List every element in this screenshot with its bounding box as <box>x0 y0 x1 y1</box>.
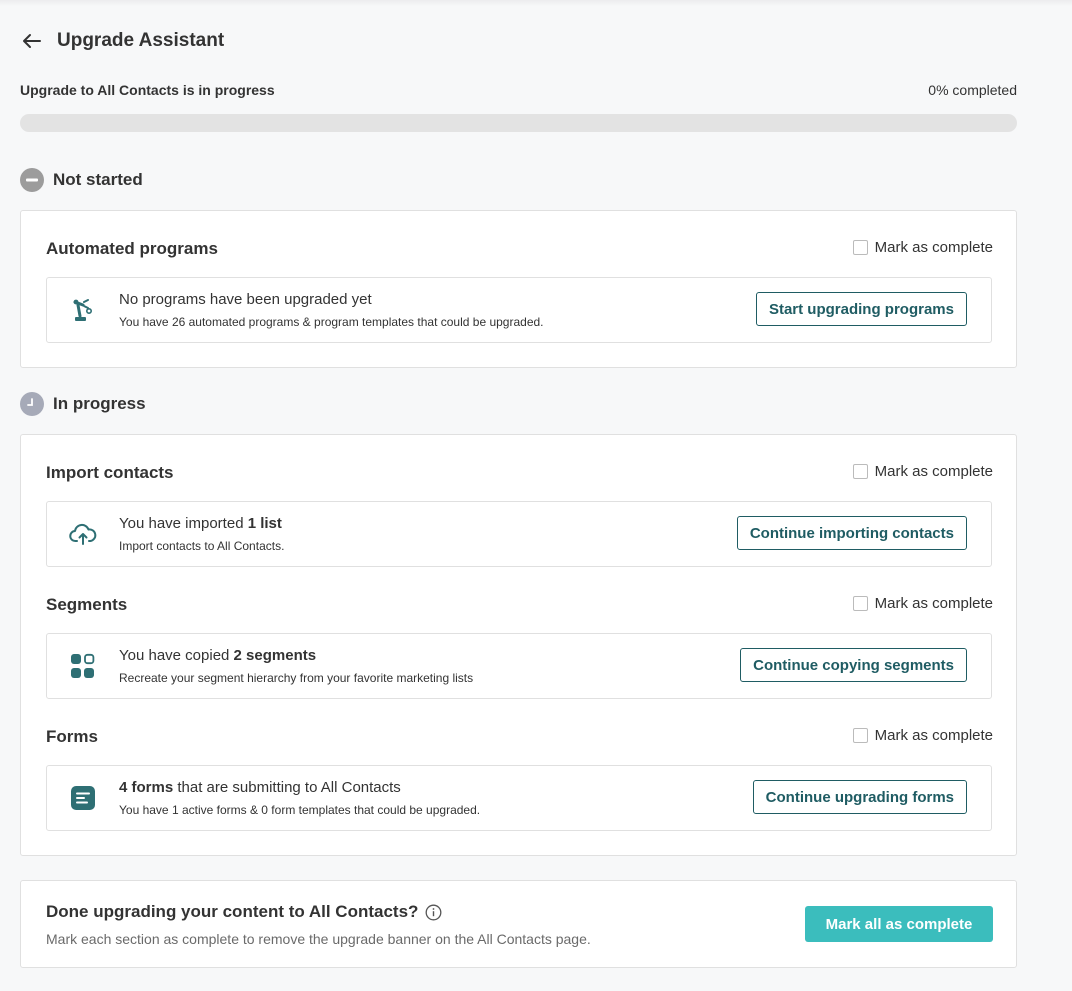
section-title-import-contacts: Import contacts <box>46 463 174 482</box>
done-card: Done upgrading your content to All Conta… <box>20 880 1017 968</box>
page-header: Upgrade Assistant <box>20 27 224 55</box>
mark-complete-forms[interactable]: Mark as complete <box>852 727 993 744</box>
row-title: 4 forms that are submitting to All Conta… <box>119 779 401 796</box>
row-description: Recreate your segment hierarchy from you… <box>119 671 474 685</box>
import-contacts-row: You have imported 1 list Import contacts… <box>46 501 992 567</box>
automated-programs-row: No programs have been upgraded yet You h… <box>46 277 992 343</box>
not-started-heading: Not started <box>20 168 143 192</box>
done-title: Done upgrading your content to All Conta… <box>46 902 442 922</box>
top-shadow <box>0 0 1072 6</box>
mark-complete-segments[interactable]: Mark as complete <box>852 595 993 612</box>
checkbox[interactable] <box>852 464 868 479</box>
done-title-text: Done upgrading your content to All Conta… <box>46 902 419 921</box>
checkbox[interactable] <box>852 240 868 255</box>
mark-complete-automated-programs[interactable]: Mark as complete <box>852 239 993 256</box>
in-progress-label: In progress <box>53 394 146 413</box>
row-description: Import contacts to All Contacts. <box>119 539 285 553</box>
clock-icon <box>20 392 44 416</box>
arrow-left-icon[interactable] <box>20 29 44 53</box>
progress-label: Upgrade to All Contacts is in progress <box>20 82 275 98</box>
row-title: You have imported 1 list <box>119 515 282 532</box>
row-description: You have 1 active forms & 0 form templat… <box>119 803 481 817</box>
progress-bar <box>20 114 1017 132</box>
not-started-label: Not started <box>53 170 143 189</box>
section-title-segments: Segments <box>46 595 128 614</box>
cloud-upload-icon <box>69 520 97 548</box>
not-started-card: Automated programs Mark as complete No p… <box>20 210 1017 368</box>
form-icon <box>69 784 97 812</box>
row-title: No programs have been upgraded yet <box>119 291 372 308</box>
row-description: You have 26 automated programs & program… <box>119 315 544 329</box>
start-upgrading-programs-button[interactable]: Start upgrading programs <box>755 292 967 326</box>
mark-complete-import-contacts[interactable]: Mark as complete <box>852 463 993 480</box>
segments-grid-icon <box>69 652 97 680</box>
progress-percent: 0% completed <box>928 82 1017 98</box>
mark-complete-label: Mark as complete <box>874 595 993 612</box>
mark-complete-label: Mark as complete <box>874 727 993 744</box>
mark-complete-label: Mark as complete <box>874 239 993 256</box>
mark-complete-label: Mark as complete <box>874 463 993 480</box>
robot-arm-icon <box>69 296 97 324</box>
section-title-forms: Forms <box>46 727 98 746</box>
checkbox[interactable] <box>852 596 868 611</box>
segments-row: You have copied 2 segments Recreate your… <box>46 633 992 699</box>
checkbox[interactable] <box>852 728 868 743</box>
done-subtitle: Mark each section as complete to remove … <box>46 931 591 947</box>
continue-importing-contacts-button[interactable]: Continue importing contacts <box>736 516 967 550</box>
page-title: Upgrade Assistant <box>57 30 225 51</box>
info-icon[interactable] <box>425 904 442 921</box>
in-progress-card: Import contacts Mark as complete You hav… <box>20 434 1017 856</box>
section-title-automated-programs: Automated programs <box>46 239 218 258</box>
continue-copying-segments-button[interactable]: Continue copying segments <box>740 648 967 682</box>
in-progress-heading: In progress <box>20 392 146 416</box>
minus-circle-icon <box>20 168 44 192</box>
row-title: You have copied 2 segments <box>119 647 317 664</box>
forms-row: 4 forms that are submitting to All Conta… <box>46 765 992 831</box>
mark-all-complete-button[interactable]: Mark all as complete <box>805 906 993 942</box>
continue-upgrading-forms-button[interactable]: Continue upgrading forms <box>752 780 967 814</box>
